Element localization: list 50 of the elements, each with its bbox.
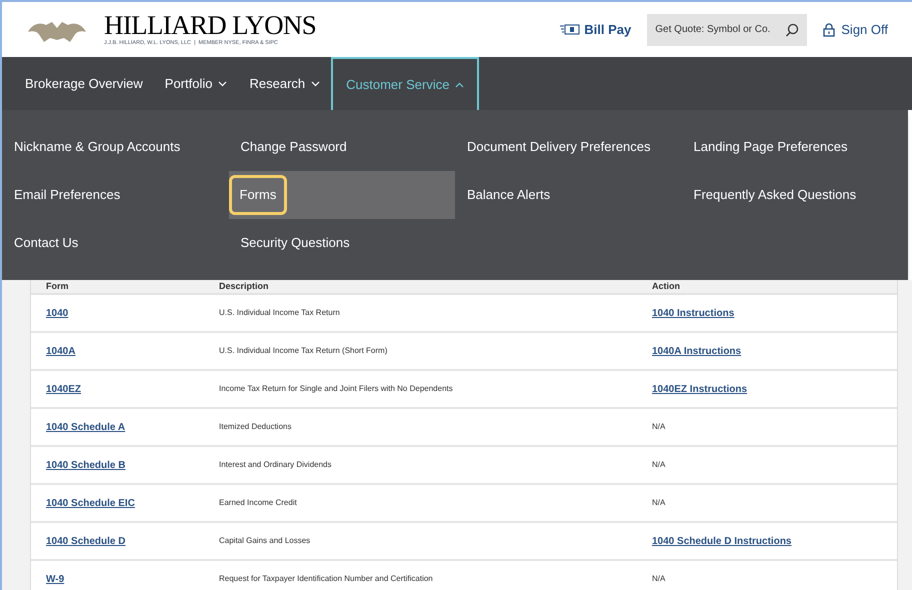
- table-cell-text: Itemized Deductions: [219, 421, 292, 433]
- instructions-link[interactable]: 1040 Schedule D Instructions: [652, 534, 792, 548]
- table-cell-text: N/A: [652, 497, 666, 509]
- form-link[interactable]: 1040EZ: [46, 382, 82, 396]
- chevron-down-icon: [311, 80, 320, 86]
- dropdown-menu-item[interactable]: Frequently Asked Questions: [682, 171, 908, 219]
- dropdown-menu-item[interactable]: Forms: [228, 171, 455, 219]
- nav-tab[interactable]: Research: [238, 57, 332, 110]
- column-header: Description: [219, 280, 270, 293]
- dropdown-menu-item[interactable]: Security Questions: [228, 219, 455, 267]
- chevron-up-icon: [455, 82, 464, 88]
- column-header: Action: [652, 280, 681, 293]
- table-cell-text: Income Tax Return for Single and Joint Filers with No Dependents: [219, 383, 454, 395]
- table-cell-text: U.S. Individual Income Tax Return (Short Form): [219, 345, 388, 357]
- quote-search-field[interactable]: Get Quote: Symbol or Co.: [647, 14, 808, 46]
- form-link[interactable]: 1040 Schedule EIC: [46, 496, 135, 510]
- column-header: Form: [46, 280, 70, 293]
- dropdown-menu-item[interactable]: Landing Page Preferences: [682, 123, 908, 171]
- instructions-link[interactable]: 1040A Instructions: [652, 344, 742, 358]
- form-link[interactable]: W-9: [46, 572, 64, 586]
- table-cell-text: Interest and Ordinary Dividends: [219, 459, 332, 471]
- dropdown-menu-item[interactable]: Balance Alerts: [455, 171, 682, 219]
- form-link[interactable]: 1040: [46, 306, 68, 320]
- form-link[interactable]: 1040A: [46, 344, 76, 358]
- table-cell-text: N/A: [652, 573, 666, 585]
- dropdown-menu-item[interactable]: Contact Us: [2, 219, 228, 267]
- bill-icon: [560, 24, 580, 35]
- dropdown-menu-item[interactable]: Nickname & Group Accounts: [2, 123, 228, 171]
- chevron-down-icon: [218, 80, 228, 86]
- instructions-link[interactable]: 1040 Instructions: [652, 306, 734, 320]
- nav-tab[interactable]: Brokerage Overview: [14, 57, 154, 110]
- instructions-link[interactable]: 1040EZ Instructions: [652, 382, 748, 396]
- table-cell-text: U.S. Individual Income Tax Return: [219, 307, 341, 319]
- bill-pay-link[interactable]: Bill Pay: [560, 20, 632, 40]
- search-icon: [785, 22, 800, 36]
- table-cell-text: Earned Income Credit: [219, 497, 298, 509]
- lock-icon: [823, 22, 836, 36]
- dropdown-menu-item[interactable]: Document Delivery Preferences: [455, 123, 682, 171]
- dropdown-menu-item[interactable]: Email Preferences: [2, 171, 228, 219]
- nav-tab[interactable]: Portfolio: [154, 57, 238, 110]
- dropdown-menu-item[interactable]: Change Password: [228, 123, 455, 171]
- table-cell-text: Request for Taxpayer Identification Number and Certification: [219, 573, 434, 585]
- form-link[interactable]: 1040 Schedule D: [46, 534, 126, 548]
- form-link[interactable]: 1040 Schedule B: [46, 458, 126, 472]
- form-link[interactable]: 1040 Schedule A: [46, 420, 126, 434]
- brand-name: HILLIARD LYONS: [104, 12, 316, 40]
- table-cell-text: Capital Gains and Losses: [219, 535, 312, 547]
- sign-off-link[interactable]: Sign Off: [823, 20, 888, 40]
- table-cell-text: N/A: [652, 459, 666, 471]
- table-cell-text: N/A: [652, 421, 666, 433]
